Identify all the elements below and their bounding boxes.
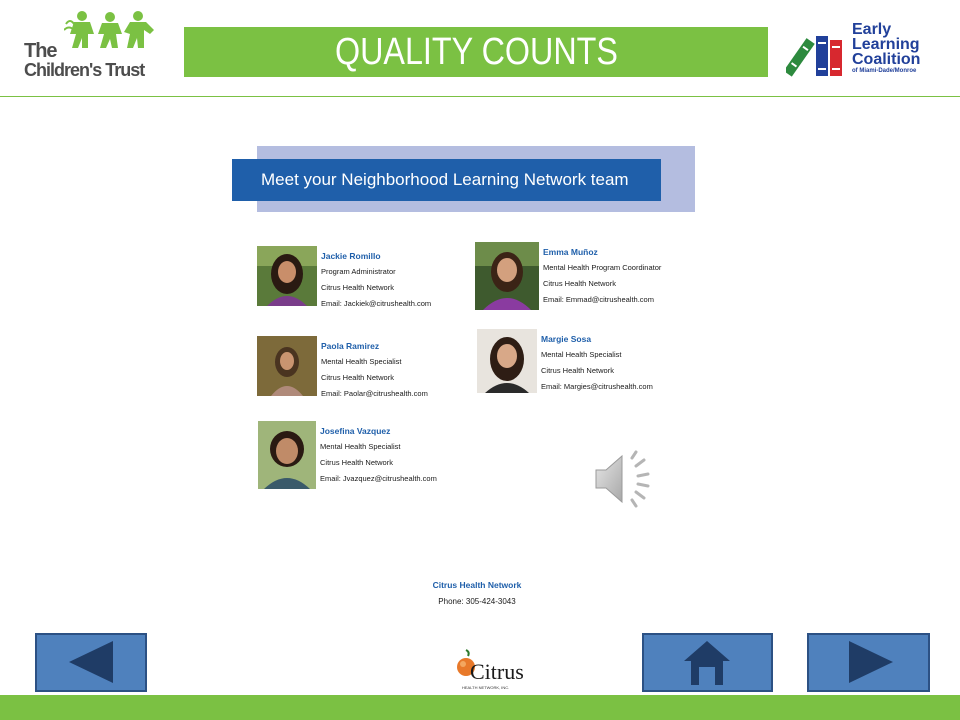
member-name: Margie Sosa [541,334,592,344]
member-role: Program Administrator [321,267,396,276]
member-role: Mental Health Program Coordinator [543,263,662,272]
team-member-card: Emma Muñoz Mental Health Program Coordin… [475,242,661,310]
member-info: Paola Ramirez Mental Health Specialist C… [321,336,428,402]
right-arrow-icon [849,641,893,683]
page-title: QUALITY COUNTS [334,30,618,73]
member-email: Email: Margies@citrushealth.com [541,382,653,391]
elc-word-early: Early [852,21,892,38]
member-photo [258,421,316,489]
citrus-health-logo: Citrus HEALTH NETWORK, INC. [452,646,524,692]
member-role: Mental Health Specialist [320,442,401,451]
team-member-card: Margie Sosa Mental Health Specialist Cit… [477,329,653,395]
network-name: Citrus Health Network [432,580,522,590]
elc-tagline: of Miami-Dade/Monroe [852,68,917,74]
banner-title: Meet your Neighborhood Learning Network … [261,170,629,189]
next-slide-button[interactable] [807,633,930,692]
team-member-card: Josefina Vazquez Mental Health Specialis… [258,421,437,489]
member-email: Email: Paolar@citrushealth.com [321,389,428,398]
member-info: Josefina Vazquez Mental Health Specialis… [320,421,437,489]
elc-word-coalition: Coalition [852,51,921,68]
network-phone: Phone: 305-424-3043 [438,597,516,606]
elc-wordmark: Early Learning Coalition of Miami-Dade/M… [852,22,920,75]
early-learning-coalition-logo: Early Learning Coalition of Miami-Dade/M… [786,22,936,82]
member-photo [257,246,317,306]
left-arrow-icon [69,641,113,683]
team-member-card: Paola Ramirez Mental Health Specialist C… [257,336,428,402]
member-org: Citrus Health Network [541,366,614,375]
citrus-word: Citrus [470,659,524,684]
title-bar: QUALITY COUNTS [184,27,768,77]
member-photo [475,242,539,310]
member-org: Citrus Health Network [321,283,394,292]
member-name: Jackie Romillo [321,251,381,261]
member-org: Citrus Health Network [320,458,393,467]
books-icon [786,36,842,77]
house-icon [684,641,730,685]
member-org: Citrus Health Network [321,373,394,382]
home-button[interactable] [642,633,773,692]
childrens-trust-logo: The Children's Trust [20,10,165,82]
member-role: Mental Health Specialist [321,357,402,366]
previous-slide-button[interactable] [35,633,147,692]
member-org: Citrus Health Network [543,279,616,288]
member-name: Paola Ramirez [321,341,380,351]
member-info: Jackie Romillo Program Administrator Cit… [321,246,431,312]
member-email: Email: Jackiek@citrushealth.com [321,299,432,308]
childrens-trust-kids-icon [64,11,154,48]
banner: Meet your Neighborhood Learning Network … [232,159,661,201]
footer-bar [0,695,960,720]
header-divider [0,96,960,97]
member-role: Mental Health Specialist [541,350,622,359]
member-name: Emma Muñoz [543,247,598,257]
member-info: Emma Muñoz Mental Health Program Coordin… [543,242,661,310]
member-photo [477,329,537,393]
member-photo [257,336,317,396]
member-email: Email: Emmad@citrushealth.com [543,295,654,304]
slide: The Children's Trust QUALITY COUNTS Earl… [0,0,960,720]
team-content-card: Meet your Neighborhood Learning Network … [232,146,696,616]
elc-word-learning: Learning [852,36,920,53]
member-name: Josefina Vazquez [320,426,391,436]
citrus-tagline: HEALTH NETWORK, INC. [462,685,510,690]
speaker-icon[interactable] [592,450,656,508]
member-info: Margie Sosa Mental Health Specialist Cit… [541,329,653,395]
member-email: Email: Jvazquez@citrushealth.com [320,474,437,483]
team-member-card: Jackie Romillo Program Administrator Cit… [257,246,431,312]
childrens-trust-line2: Children's Trust [24,60,145,80]
